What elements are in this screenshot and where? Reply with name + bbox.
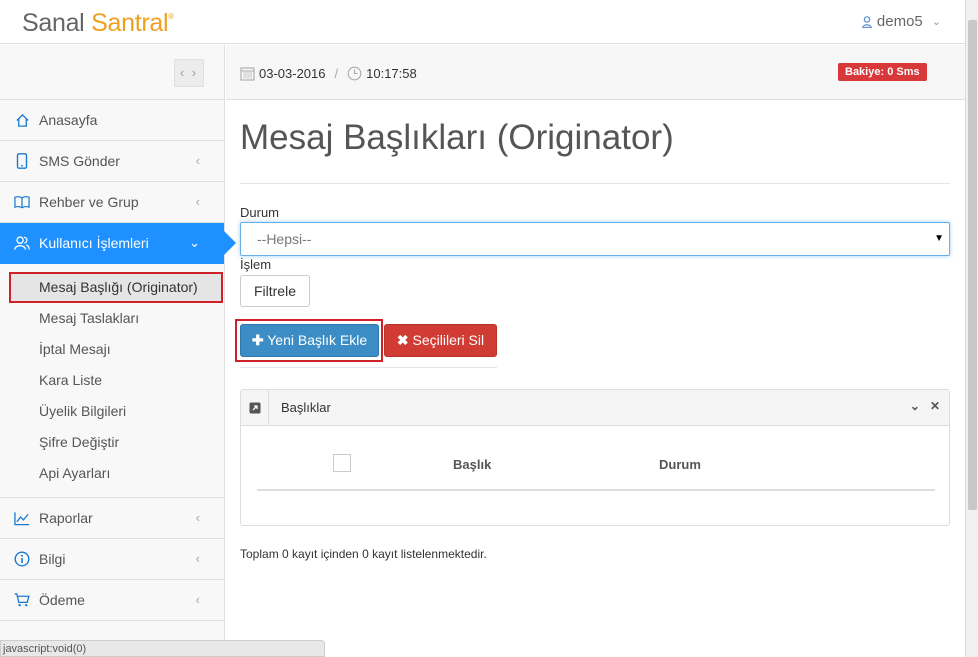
close-icon[interactable]: ✕ [930,399,940,413]
info-icon [14,551,30,567]
submenu-item-mesaj-taslaklari[interactable]: Mesaj Taslakları [0,303,224,334]
panel-header: Başlıklar ⌄ ✕ [241,390,949,426]
vertical-scrollbar[interactable] [965,0,978,657]
sidebar: ‹ › Anasayfa SMS Gönder ‹ Rehber ve Grup… [0,45,236,657]
mobile-icon [14,153,30,169]
page-title: Mesaj Başlıkları (Originator) [240,118,674,157]
panel-tools: ⌄ ✕ [910,399,940,413]
user-name: demo5 [876,13,923,30]
chevron-down-icon: ⌄ [189,235,200,250]
brand-part1: Sanal [22,9,85,37]
caret-down-icon: ▼ [934,233,944,244]
brand-logo[interactable]: Sanal Santral® [22,9,174,38]
submenu-item-uyelik-bilgileri[interactable]: Üyelik Bilgileri [0,396,224,427]
calendar-icon [240,67,255,81]
scrollbar-thumb[interactable] [968,20,977,510]
clock-icon [347,66,362,81]
submenu-item-api-ayarlari[interactable]: Api Ayarları [0,458,224,489]
add-header-label: Yeni Başlık Ekle [267,332,368,348]
sidebar-item-raporlar[interactable]: Raporlar ‹ [0,498,224,539]
status-label: Durum [240,205,280,220]
chevron-left-icon: ‹ [195,592,200,607]
user-menu[interactable]: demo5 ⌄ [862,13,941,30]
column-header-baslik[interactable]: Başlık [453,457,491,472]
chart-icon [14,510,30,526]
home-icon [14,112,30,128]
current-date: 03-03-2016 [259,66,326,81]
user-icon [862,15,872,28]
separator: / [334,66,339,81]
action-label: İşlem [240,257,272,272]
chevron-left-icon: ‹ [195,510,200,525]
chevron-left-icon: ‹ [195,153,200,168]
table-header: Başlık Durum [257,452,935,491]
chevron-left-icon: ‹ [195,551,200,566]
sidebar-item-label: Rehber ve Grup [39,194,139,210]
external-link-icon [241,390,269,425]
users-icon [14,235,30,251]
sidebar-item-label: Kullanıcı İşlemleri [39,235,149,251]
browser-status-bar: javascript:void(0) [0,640,325,657]
sidebar-top: ‹ › [0,45,224,100]
divider [240,367,497,368]
current-time: 10:17:58 [366,66,417,81]
collapse-icon[interactable]: ⌄ [910,399,920,413]
sidebar-item-rehber-ve-grup[interactable]: Rehber ve Grup ‹ [0,182,224,223]
submenu-item-sifre-degistir[interactable]: Şifre Değiştir [0,427,224,458]
brand-part2: Santral [91,9,169,37]
date-time: 03-03-2016 / 10:17:58 [240,66,417,81]
divider [240,183,950,184]
sidebar-item-bilgi[interactable]: Bilgi ‹ [0,539,224,580]
plus-icon: ✚ [251,332,264,348]
column-header-durum[interactable]: Durum [659,457,701,472]
sidebar-item-label: Bilgi [39,551,66,567]
submenu-kullanici-islemleri: Mesaj Başlığı (Originator) Mesaj Taslakl… [0,264,224,498]
record-summary: Toplam 0 kayıt içinden 0 kayıt listelenm… [240,547,487,561]
sidebar-item-odeme[interactable]: Ödeme ‹ [0,580,224,621]
submenu-item-kara-liste[interactable]: Kara Liste [0,365,224,396]
times-icon: ✖ [396,332,409,348]
sidebar-item-label: Anasayfa [39,112,98,128]
submenu-item-mesaj-basligi[interactable]: Mesaj Başlığı (Originator) [0,272,224,303]
sidebar-item-kullanici-islemleri[interactable]: Kullanıcı İşlemleri ⌄ [0,223,236,264]
sidebar-item-sms-gonder[interactable]: SMS Gönder ‹ [0,141,224,182]
add-header-button[interactable]: ✚ Yeni Başlık Ekle [240,324,379,357]
submenu-item-label: Mesaj Başlığı (Originator) [39,279,198,295]
balance-badge: Bakiye: 0 Sms [838,63,927,81]
submenu-item-iptal-mesaji[interactable]: İptal Mesajı [0,334,224,365]
chevron-down-icon: ⌄ [931,16,941,28]
status-select-value: --Hepsi-- [257,231,312,247]
delete-selected-button[interactable]: ✖ Seçilileri Sil [384,324,497,357]
sidebar-item-label: SMS Gönder [39,153,120,169]
delete-selected-label: Seçilileri Sil [412,332,485,348]
filter-button[interactable]: Filtrele [240,275,310,307]
book-icon [14,194,30,210]
chevron-left-icon: ‹ [195,194,200,209]
sidebar-item-anasayfa[interactable]: Anasayfa [0,100,224,141]
sidebar-toggle-button[interactable]: ‹ › [174,59,204,87]
sidebar-item-label: Ödeme [39,592,85,608]
headers-panel: Başlıklar ⌄ ✕ Başlık Durum [240,389,950,526]
panel-title: Başlıklar [281,400,331,415]
sidebar-item-label: Raporlar [39,510,93,526]
select-all-checkbox[interactable] [333,454,351,472]
brand-mark: ® [168,12,174,21]
cart-icon [14,592,30,608]
top-navbar: Sanal Santral® demo5 ⌄ [0,0,965,44]
status-select[interactable]: --Hepsi-- ▼ [240,222,950,256]
breadcrumb-bar: 03-03-2016 / 10:17:58 Bakiye: 0 Sms [226,45,965,100]
